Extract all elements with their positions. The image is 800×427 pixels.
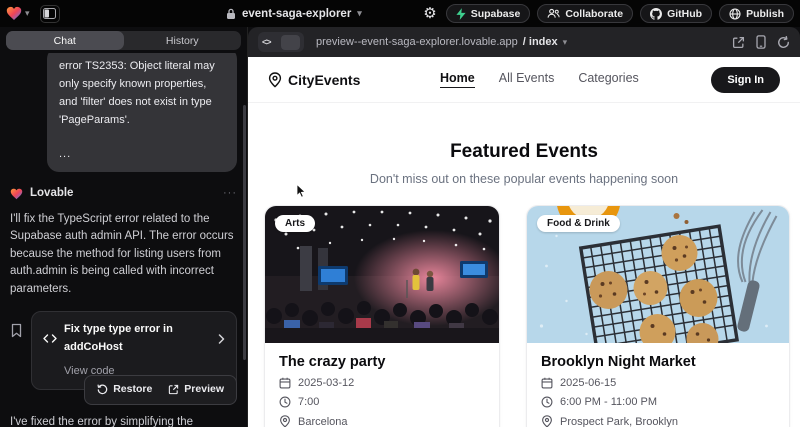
- restore-icon: [97, 384, 108, 395]
- settings-gear-icon[interactable]: ⚙: [421, 6, 438, 21]
- event-location: Barcelona: [298, 416, 348, 427]
- collaborate-button-label: Collaborate: [565, 8, 623, 20]
- code-icon: <>: [262, 37, 271, 47]
- app-brand[interactable]: CityEvents: [268, 72, 360, 88]
- event-card[interactable]: Arts The crazy party 2025-03-12: [264, 205, 500, 427]
- section-subtitle: Don't miss out on these popular events h…: [248, 172, 800, 186]
- refresh-icon[interactable]: [777, 36, 790, 49]
- event-time: 7:00: [298, 396, 319, 408]
- nav-home[interactable]: Home: [440, 71, 475, 88]
- calendar-icon: [541, 377, 553, 389]
- calendar-icon: [279, 377, 291, 389]
- chat-history-tabs: Chat History: [6, 31, 241, 50]
- tab-chat[interactable]: Chat: [6, 31, 124, 50]
- clock-icon: [541, 396, 553, 408]
- chat-scrollbar[interactable]: [243, 105, 246, 360]
- top-bar: ▾ event-saga-explorer ▾ ⚙ Supabase: [0, 0, 800, 27]
- mobile-view-icon[interactable]: [756, 35, 766, 49]
- preview-pane: <> preview--event-saga-explorer.lovable.…: [248, 27, 800, 427]
- user-message-text: error TS2353: Object literal may only sp…: [59, 60, 215, 126]
- restore-button-label: Restore: [113, 381, 152, 399]
- lovable-heart-icon: [6, 6, 22, 21]
- category-badge: Food & Drink: [537, 215, 620, 232]
- event-card[interactable]: Food & Drink Brooklyn Night Market 2025-…: [526, 205, 790, 427]
- github-button[interactable]: GitHub: [640, 4, 712, 23]
- event-location: Prospect Park, Brooklyn: [560, 416, 678, 427]
- project-name: event-saga-explorer: [242, 8, 351, 20]
- code-icon: [43, 334, 57, 343]
- event-date: 2025-03-12: [298, 377, 354, 389]
- supabase-button-label: Supabase: [471, 8, 521, 20]
- code-change-title: Fix type type error in addCoHost: [64, 321, 211, 356]
- clock-icon: [279, 396, 291, 408]
- preview-button-label: Preview: [184, 381, 224, 399]
- event-cards-row: Arts The crazy party 2025-03-12: [264, 205, 790, 427]
- nav-categories[interactable]: Categories: [578, 71, 638, 88]
- preview-url: preview--event-saga-explorer.lovable.app: [316, 36, 518, 48]
- supabase-button[interactable]: Supabase: [446, 4, 531, 23]
- toggle-knob: [281, 35, 300, 50]
- message-ellipsis: ...: [59, 145, 225, 163]
- message-menu-button[interactable]: ···: [223, 185, 237, 203]
- preview-button[interactable]: Preview: [161, 379, 231, 401]
- collaborate-button[interactable]: Collaborate: [537, 4, 633, 23]
- project-selector[interactable]: event-saga-explorer ▾: [226, 0, 362, 27]
- panel-icon: [43, 8, 56, 19]
- preview-url-selector[interactable]: preview--event-saga-explorer.lovable.app…: [316, 36, 567, 48]
- github-button-label: GitHub: [667, 8, 702, 20]
- preview-path: / index: [523, 36, 558, 48]
- event-date: 2025-06-15: [560, 377, 616, 389]
- supabase-bolt-icon: [456, 8, 466, 20]
- nav-all-events[interactable]: All Events: [499, 71, 555, 88]
- map-pin-icon: [541, 415, 553, 427]
- event-image-cookies: Food & Drink: [527, 206, 789, 343]
- open-in-new-tab-icon[interactable]: [732, 36, 745, 49]
- external-link-icon: [168, 384, 179, 395]
- tab-history[interactable]: History: [124, 31, 242, 50]
- app-viewport: CityEvents Home All Events Categories Si…: [248, 57, 800, 427]
- event-title: Brooklyn Night Market: [541, 354, 775, 370]
- assistant-message-2: I've fixed the error by simplifying the …: [10, 414, 237, 427]
- publish-button[interactable]: Publish: [719, 4, 794, 23]
- github-icon: [650, 8, 662, 20]
- category-badge: Arts: [275, 215, 315, 232]
- globe-icon: [729, 8, 741, 20]
- lovable-logo-menu[interactable]: ▾: [6, 6, 30, 21]
- sign-in-button[interactable]: Sign In: [711, 67, 780, 93]
- bookmark-icon[interactable]: [10, 323, 23, 338]
- user-message-bubble: error TS2353: Object literal may only sp…: [47, 47, 237, 172]
- preview-toolbar: <> preview--event-saga-explorer.lovable.…: [248, 27, 800, 57]
- event-image-party: Arts: [265, 206, 499, 343]
- chevron-down-icon: ▾: [357, 9, 362, 18]
- section-title: Featured Events: [248, 141, 800, 163]
- chat-scroll-area[interactable]: error TS2353: Object literal may only sp…: [0, 53, 247, 427]
- app-nav: Home All Events Categories: [440, 71, 639, 88]
- publish-button-label: Publish: [746, 8, 784, 20]
- event-title: The crazy party: [279, 354, 485, 370]
- message-2-text: I've fixed the error by simplifying the …: [10, 416, 193, 427]
- assistant-message-1: I'll fix the TypeScript error related to…: [10, 211, 237, 299]
- restore-preview-toolbar: Restore Preview: [84, 375, 237, 405]
- mouse-cursor: [296, 184, 308, 198]
- app-header: CityEvents Home All Events Categories Si…: [248, 57, 800, 103]
- lovable-heart-icon: [10, 188, 23, 200]
- chat-sidebar: Chat History error TS2353: Object litera…: [0, 27, 248, 427]
- toggle-sidebar-button[interactable]: [40, 5, 60, 23]
- chevron-down-icon: ▾: [563, 38, 568, 47]
- brand-name: CityEvents: [288, 72, 360, 88]
- event-time: 6:00 PM - 11:00 PM: [560, 396, 657, 408]
- lock-icon: [226, 8, 236, 20]
- chevron-right-icon: [218, 334, 225, 344]
- people-icon: [547, 8, 560, 19]
- code-view-toggle[interactable]: <>: [258, 32, 304, 52]
- assistant-name: Lovable: [30, 185, 73, 203]
- restore-button[interactable]: Restore: [90, 379, 159, 401]
- map-pin-icon: [268, 72, 282, 88]
- map-pin-icon: [279, 415, 291, 427]
- chevron-down-icon: ▾: [25, 9, 30, 18]
